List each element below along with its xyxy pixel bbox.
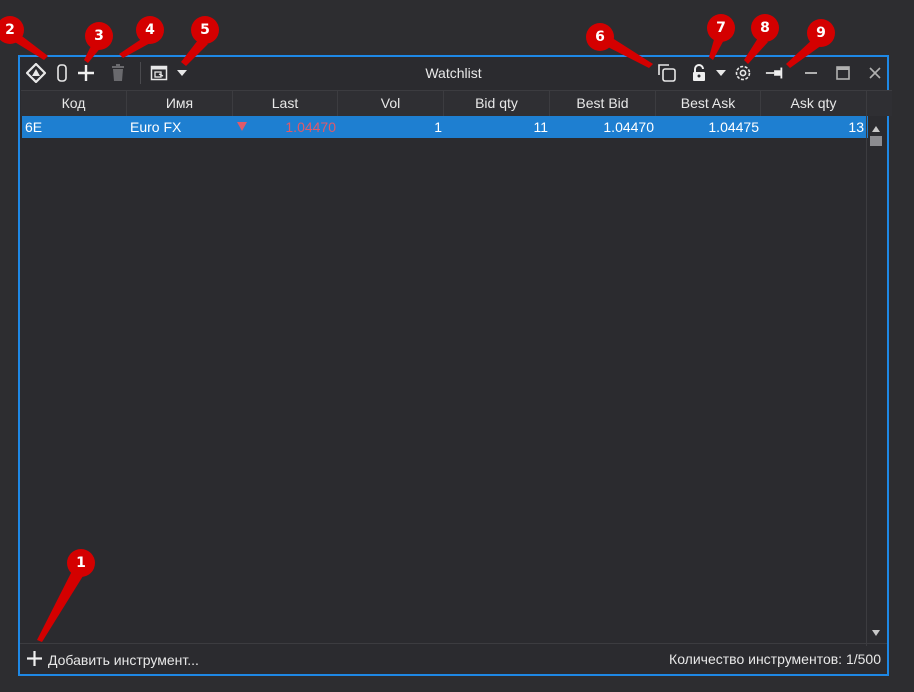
- callout-8: 8: [751, 14, 779, 42]
- callout-9: 9: [807, 19, 835, 47]
- callout-7: 7: [707, 14, 735, 42]
- callout-1: 1: [67, 549, 95, 577]
- callout-4: 4: [136, 16, 164, 44]
- callout-5: 5: [191, 16, 219, 44]
- callout-3: 3: [85, 22, 113, 50]
- arrow-1: [37, 571, 83, 642]
- callout-arrows: [5, 30, 822, 642]
- callout-6: 6: [586, 23, 614, 51]
